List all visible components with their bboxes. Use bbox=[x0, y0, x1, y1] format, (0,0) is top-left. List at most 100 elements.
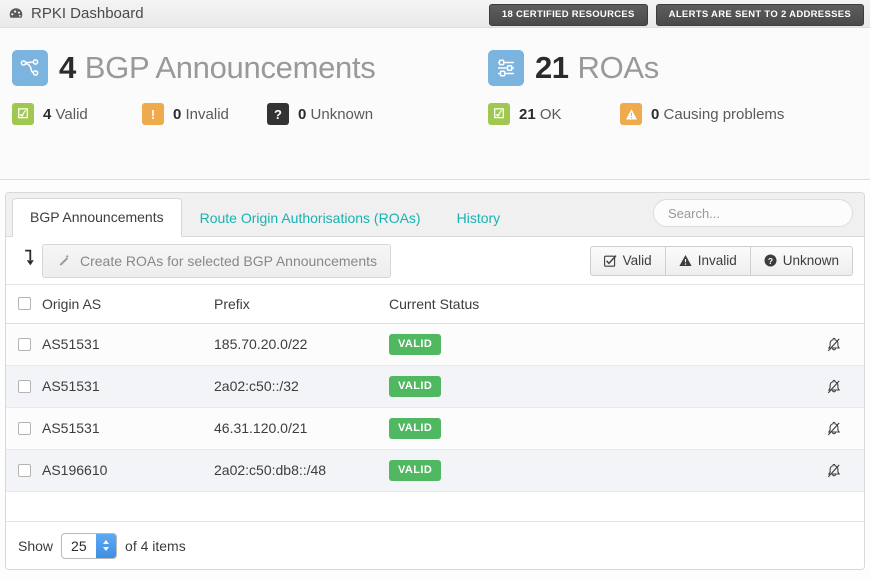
table-header-row: Origin AS Prefix Current Status bbox=[6, 285, 864, 324]
bgp-stats: ☑ 4 Valid ! 0 Invalid ? 0 Unknown bbox=[12, 103, 480, 125]
bell-slash-icon[interactable] bbox=[826, 335, 842, 351]
filter-unknown-button[interactable]: ? Unknown bbox=[750, 246, 853, 276]
row-checkbox[interactable] bbox=[18, 463, 31, 477]
page-size-select[interactable]: 25 bbox=[61, 532, 118, 559]
column-origin-as[interactable]: Origin AS bbox=[42, 285, 214, 324]
tab-bar: BGP Announcements Route Origin Authorisa… bbox=[6, 193, 864, 237]
table-row[interactable]: AS51531 185.70.20.0/22 VALID bbox=[6, 323, 864, 365]
bell-slash-icon[interactable] bbox=[826, 461, 842, 477]
cell-prefix: 2a02:c50:db8::/48 bbox=[214, 462, 327, 478]
check-square-icon: ☑ bbox=[488, 103, 510, 125]
page-size-wrap: 25 bbox=[61, 532, 118, 559]
stat-unknown-count: 0 bbox=[298, 105, 307, 123]
stat-roas-problems-text: 0 Causing problems bbox=[651, 106, 784, 123]
bgp-count: 4 bbox=[59, 50, 76, 85]
filter-valid-button[interactable]: Valid bbox=[589, 246, 666, 276]
cell-prefix: 2a02:c50::/32 bbox=[214, 378, 299, 394]
filter-unknown-label: Unknown bbox=[782, 253, 839, 268]
app-title-group: RPKI Dashboard bbox=[8, 5, 144, 22]
column-prefix[interactable]: Prefix bbox=[214, 285, 389, 324]
search-input[interactable] bbox=[653, 199, 853, 227]
stat-invalid-count: 0 bbox=[173, 105, 182, 123]
cell-origin-as: AS51531 bbox=[42, 420, 100, 436]
roas-heading-text: 21 ROAs bbox=[535, 50, 659, 86]
page-title: RPKI Dashboard bbox=[31, 5, 144, 22]
roas-stats: ☑ 21 OK 0 Causing problems bbox=[488, 103, 870, 125]
stat-roas-problems-count: 0 bbox=[651, 105, 660, 123]
stat-invalid-label: Invalid bbox=[185, 105, 229, 123]
column-actions bbox=[804, 285, 864, 324]
question-circle-icon: ? bbox=[764, 254, 777, 267]
stat-unknown-text: 0 Unknown bbox=[298, 106, 373, 123]
filter-invalid-label: Invalid bbox=[697, 253, 737, 268]
table-footer: Show 25 of 4 items bbox=[6, 521, 864, 569]
cell-origin-as: AS51531 bbox=[42, 378, 100, 394]
stat-invalid[interactable]: ! 0 Invalid bbox=[142, 103, 267, 125]
summary-panel: 4 BGP Announcements ☑ 4 Valid ! 0 Invali… bbox=[0, 28, 870, 180]
cell-action bbox=[804, 449, 864, 491]
warning-triangle-icon bbox=[620, 103, 642, 125]
table-row[interactable]: AS51531 2a02:c50::/32 VALID bbox=[6, 365, 864, 407]
table-row[interactable]: AS51531 46.31.120.0/21 VALID bbox=[6, 407, 864, 449]
table-body: AS51531 185.70.20.0/22 VALID AS51531 2a0… bbox=[6, 323, 864, 491]
network-nodes-icon bbox=[12, 50, 48, 86]
question-icon: ? bbox=[267, 103, 289, 125]
select-all-checkbox[interactable] bbox=[18, 297, 31, 311]
stat-invalid-text: 0 Invalid bbox=[173, 106, 229, 123]
roas-count: 21 bbox=[535, 50, 569, 85]
status-badge: VALID bbox=[389, 333, 442, 355]
cell-status: VALID bbox=[389, 323, 804, 365]
roas-label: ROAs bbox=[577, 50, 659, 85]
stat-roas-problems-label: Causing problems bbox=[663, 105, 785, 123]
bgp-label: BGP Announcements bbox=[84, 50, 376, 85]
svg-text:?: ? bbox=[768, 256, 773, 266]
level-down-icon bbox=[14, 249, 42, 272]
status-filter-group: Valid Invalid ? Unknown bbox=[589, 246, 853, 276]
tab-history[interactable]: History bbox=[439, 200, 519, 237]
tab-bgp-announcements[interactable]: BGP Announcements bbox=[12, 198, 182, 237]
roas-heading: 21 ROAs bbox=[488, 50, 870, 86]
row-checkbox[interactable] bbox=[18, 337, 31, 351]
cell-prefix: 46.31.120.0/21 bbox=[214, 420, 308, 436]
column-current-status[interactable]: Current Status bbox=[389, 285, 804, 324]
cell-status: VALID bbox=[389, 449, 804, 491]
top-bar: RPKI Dashboard 18 CERTIFIED RESOURCES AL… bbox=[0, 0, 870, 28]
certified-resources-badge[interactable]: 18 CERTIFIED RESOURCES bbox=[488, 4, 648, 26]
row-select-cell bbox=[6, 449, 42, 491]
cell-status: VALID bbox=[389, 407, 804, 449]
row-select-cell bbox=[6, 323, 42, 365]
tab-route-origin-authorisations[interactable]: Route Origin Authorisations (ROAs) bbox=[182, 200, 439, 237]
stat-unknown[interactable]: ? 0 Unknown bbox=[267, 103, 373, 125]
create-roas-label: Create ROAs for selected BGP Announcemen… bbox=[80, 252, 378, 269]
stat-roas-ok-text: 21 OK bbox=[519, 106, 562, 123]
stat-valid[interactable]: ☑ 4 Valid bbox=[12, 103, 142, 125]
show-label: Show bbox=[18, 537, 54, 554]
status-badge: VALID bbox=[389, 459, 442, 481]
cell-origin-as: AS196610 bbox=[42, 462, 108, 478]
alerts-addresses-badge[interactable]: ALERTS ARE SENT TO 2 ADDRESSES bbox=[655, 4, 864, 26]
status-badge: VALID bbox=[389, 417, 442, 439]
create-roas-button[interactable]: Create ROAs for selected BGP Announcemen… bbox=[42, 243, 392, 278]
bell-slash-icon[interactable] bbox=[826, 377, 842, 393]
stat-valid-label: Valid bbox=[55, 105, 88, 123]
row-checkbox[interactable] bbox=[18, 379, 31, 393]
items-count-label: of 4 items bbox=[125, 537, 186, 554]
magic-wand-icon bbox=[56, 252, 71, 270]
rpki-dashboard-app: RPKI Dashboard 18 CERTIFIED RESOURCES AL… bbox=[0, 0, 870, 580]
status-badge: VALID bbox=[389, 375, 442, 397]
summary-roas: 21 ROAs ☑ 21 OK 0 Causing problems bbox=[480, 50, 870, 179]
stat-unknown-label: Unknown bbox=[310, 105, 374, 123]
exclamation-icon: ! bbox=[142, 103, 164, 125]
cell-action bbox=[804, 407, 864, 449]
row-checkbox[interactable] bbox=[18, 421, 31, 435]
table-row[interactable]: AS196610 2a02:c50:db8::/48 VALID bbox=[6, 449, 864, 491]
row-select-cell bbox=[6, 407, 42, 449]
cell-action bbox=[804, 323, 864, 365]
bell-slash-icon[interactable] bbox=[826, 419, 842, 435]
filter-valid-label: Valid bbox=[622, 253, 652, 268]
table-head: Origin AS Prefix Current Status bbox=[6, 285, 864, 324]
stat-roas-problems[interactable]: 0 Causing problems bbox=[620, 103, 784, 125]
stat-roas-ok[interactable]: ☑ 21 OK bbox=[488, 103, 620, 125]
cell-origin-as: AS51531 bbox=[42, 336, 100, 352]
filter-invalid-button[interactable]: Invalid bbox=[665, 246, 751, 276]
